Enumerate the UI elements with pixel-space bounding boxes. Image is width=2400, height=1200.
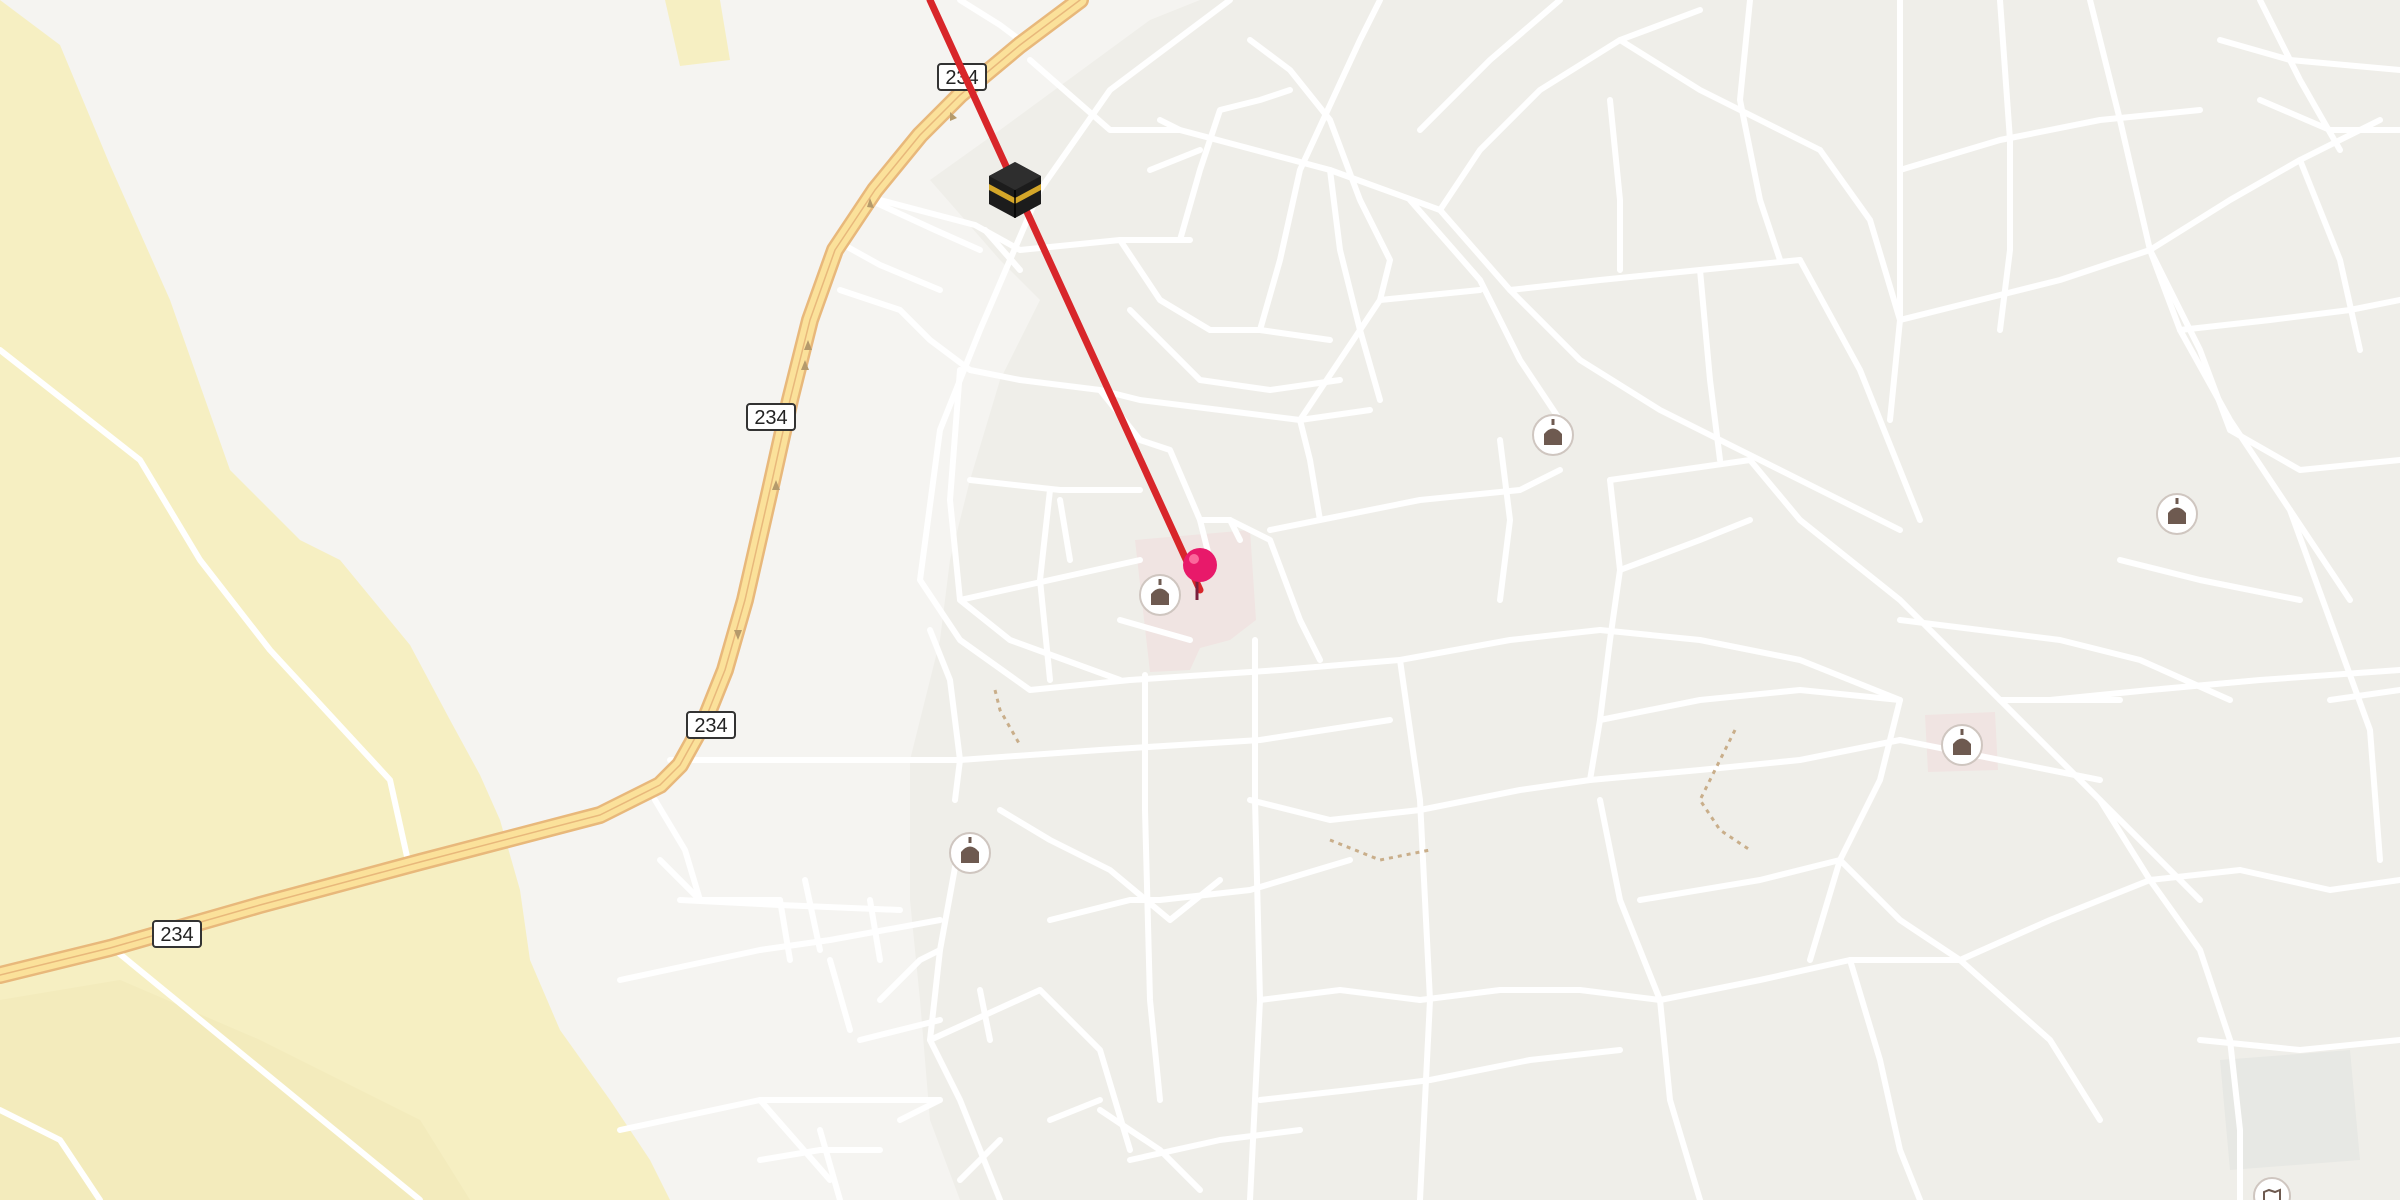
mosque-icon[interactable] xyxy=(2156,493,2198,535)
mosque-icon[interactable] xyxy=(949,832,991,874)
route-shield-3: 234 xyxy=(686,711,736,739)
route-shield-label: 234 xyxy=(754,407,787,429)
route-shield-label: 234 xyxy=(694,715,727,737)
route-shield-4: 234 xyxy=(152,920,202,948)
route-shield-2: 234 xyxy=(746,403,796,431)
mosque-icon[interactable] xyxy=(1941,724,1983,766)
mosque-icon[interactable] xyxy=(1139,574,1181,616)
map-canvas[interactable]: 234 234 234 234 xyxy=(0,0,2400,1200)
mosque-icon[interactable] xyxy=(1532,414,1574,456)
route-shield-label: 234 xyxy=(160,924,193,946)
urban-area xyxy=(910,0,2400,1200)
